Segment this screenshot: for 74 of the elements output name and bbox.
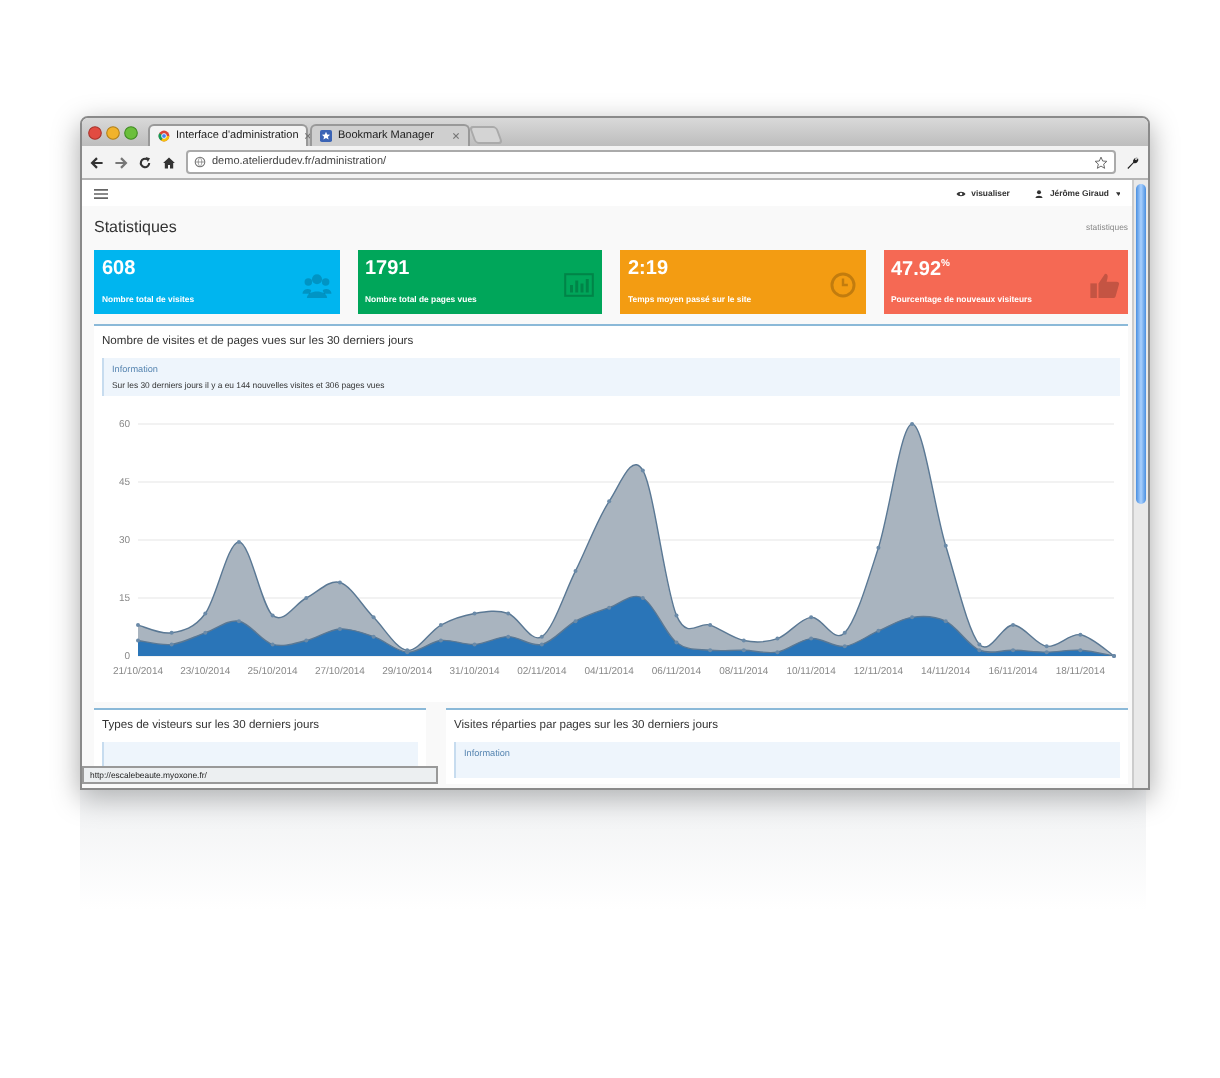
data-point <box>708 623 713 628</box>
clock-icon <box>827 272 857 298</box>
data-point <box>640 468 645 473</box>
data-point <box>203 630 208 635</box>
stat-value: 608 <box>102 258 138 280</box>
user-icon <box>1033 189 1044 197</box>
browser-logo-icon <box>158 130 170 142</box>
data-point <box>1011 623 1016 628</box>
data-point <box>371 615 376 620</box>
data-point <box>708 648 713 653</box>
data-point <box>472 611 477 616</box>
data-point <box>842 644 847 649</box>
data-point <box>506 611 511 616</box>
stat-value: 2:19 <box>628 258 671 280</box>
data-point <box>876 628 881 633</box>
data-point <box>775 636 780 641</box>
data-point <box>775 650 780 655</box>
back-icon[interactable] <box>90 155 104 169</box>
data-point <box>539 634 544 639</box>
data-point <box>337 580 342 585</box>
data-point <box>1078 632 1083 637</box>
data-point <box>236 619 241 624</box>
data-point <box>573 568 578 573</box>
data-point <box>809 615 814 620</box>
data-point <box>203 611 208 616</box>
close-window-icon[interactable] <box>88 125 102 139</box>
data-point <box>304 638 309 643</box>
thumbs-up-icon <box>1090 272 1120 298</box>
data-point <box>337 626 342 631</box>
data-point <box>270 642 275 647</box>
stat-value: 47.92$^{%}$ <box>891 258 952 281</box>
data-point <box>741 638 746 643</box>
data-point <box>169 642 174 647</box>
data-point <box>809 636 814 641</box>
menu-icon[interactable] <box>94 187 108 199</box>
data-point <box>876 545 881 550</box>
data-point <box>573 619 578 624</box>
data-point <box>842 630 847 635</box>
data-point <box>438 638 443 643</box>
data-point <box>539 642 544 647</box>
reload-icon[interactable] <box>138 155 152 169</box>
home-icon[interactable] <box>162 155 176 169</box>
eye-icon <box>955 189 966 197</box>
page-title: Statistiques <box>94 217 177 235</box>
scrollbar[interactable] <box>1132 180 1148 788</box>
bar-chart-icon <box>564 272 594 298</box>
data-point <box>1011 648 1016 653</box>
data-point <box>607 499 612 504</box>
data-point <box>943 619 948 624</box>
caret-icon <box>1115 191 1120 195</box>
data-point <box>236 539 241 544</box>
data-point <box>438 623 443 628</box>
data-point <box>270 613 275 618</box>
stat-value: 1791 <box>365 258 412 280</box>
data-point <box>169 630 174 635</box>
star-icon <box>320 130 332 142</box>
globe-icon <box>194 156 206 168</box>
maximize-window-icon[interactable] <box>124 125 138 139</box>
users-icon <box>301 272 331 298</box>
data-point <box>472 642 477 647</box>
data-point <box>910 615 915 620</box>
data-point <box>674 613 679 618</box>
forward-icon[interactable] <box>114 155 128 169</box>
data-point <box>1078 648 1083 653</box>
wrench-icon[interactable] <box>1126 155 1140 169</box>
close-tab-icon[interactable] <box>452 132 460 140</box>
data-point <box>674 640 679 645</box>
bookmark-star-icon[interactable] <box>1094 155 1108 169</box>
data-point <box>371 634 376 639</box>
data-point <box>506 634 511 639</box>
data-point <box>741 648 746 653</box>
minimize-window-icon[interactable] <box>106 125 120 139</box>
data-point <box>943 543 948 548</box>
data-point <box>607 605 612 610</box>
